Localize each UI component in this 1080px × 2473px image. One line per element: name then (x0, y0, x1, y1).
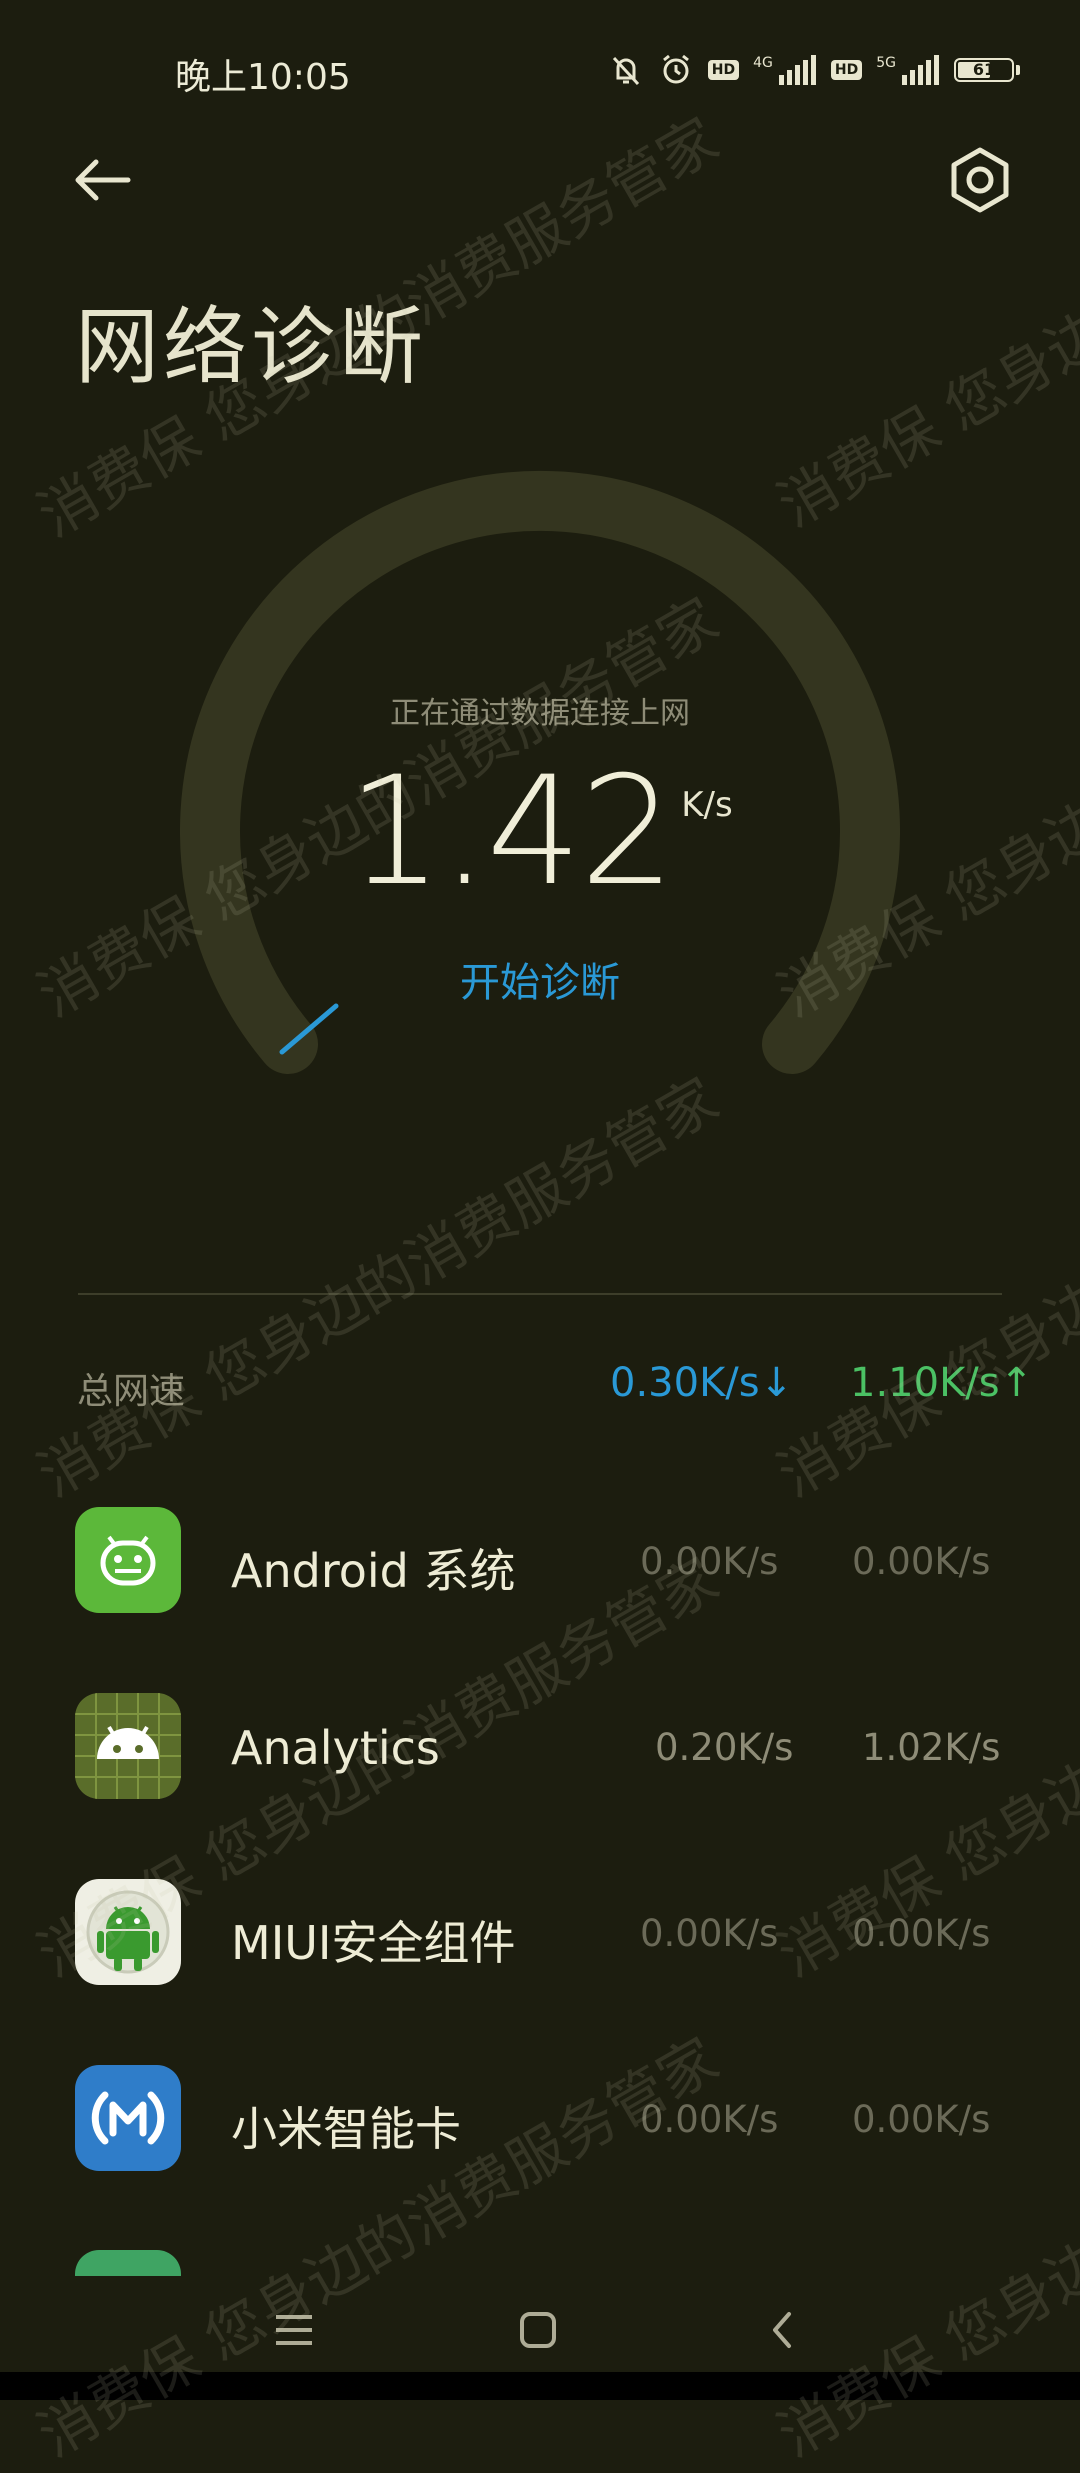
status-time: 晚上10:05 (175, 57, 351, 98)
app-row-analytics[interactable]: Analytics 0.20K/s 1.02K/s (0, 1671, 1080, 1821)
navigation-bar (0, 2290, 1080, 2370)
hd-badge: HD (707, 60, 740, 80)
chevron-left-icon (773, 2312, 791, 2348)
start-diagnosis-button[interactable]: 开始诊断 (0, 950, 1080, 1008)
divider (78, 1293, 1002, 1295)
network-type-label-2: 5G (876, 55, 896, 71)
alarm-icon (662, 54, 689, 84)
app-name: 小米智能卡 (231, 2102, 461, 2156)
analytics-android-icon (75, 1693, 181, 1799)
back-nav-button[interactable] (742, 2290, 822, 2370)
bottom-strip (0, 2372, 1080, 2400)
total-download-speed: 0.30K/s↓ (610, 1360, 794, 1406)
app-upload-speed: 0.00K/s (852, 2098, 991, 2141)
connection-status: 正在通过数据连接上网 (390, 696, 690, 731)
app-download-speed: 0.00K/s (640, 2098, 779, 2141)
app-row-android-system[interactable]: Android 系统 0.00K/s 0.00K/s (0, 1485, 1080, 1635)
status-icons: HD 4G HD 5G 61 (608, 52, 1020, 88)
back-button[interactable] (70, 148, 150, 212)
menu-icon (276, 2315, 312, 2345)
hd-badge-2: HD (830, 60, 863, 80)
battery-icon: 61 (954, 58, 1020, 82)
app-upload-speed: 0.00K/s (852, 1540, 991, 1583)
app-name: MIUI安全组件 (231, 1916, 516, 1970)
battery-level: 61 (972, 60, 996, 79)
app-upload-speed: 0.00K/s (852, 1912, 991, 1955)
app-download-speed: 0.00K/s (640, 1540, 779, 1583)
watermark: 消费保 您身边的消费服务管家 (766, 1065, 1080, 1511)
app-download-speed: 0.20K/s (655, 1726, 794, 1769)
android-system-icon (75, 1507, 181, 1613)
page-title: 网络诊断 (75, 298, 428, 396)
smart-card-icon (75, 2065, 181, 2171)
home-square-icon (520, 2312, 556, 2348)
total-upload-speed: 1.10K/s↑ (850, 1360, 1034, 1406)
signal-icon-2 (902, 55, 939, 85)
gear-icon (951, 147, 1009, 213)
speed-value: 1.42 (347, 745, 675, 919)
app-upload-speed: 1.02K/s (862, 1726, 1001, 1769)
mute-bell-icon (612, 56, 639, 86)
app-row-miui-security[interactable]: MIUI安全组件 0.00K/s 0.00K/s (0, 1857, 1080, 2007)
app-name: Android 系统 (231, 1544, 516, 1598)
total-speed-label: 总网速 (77, 1371, 186, 1412)
speed-unit: K/s (681, 785, 733, 825)
app-row-xiaomi-smart-card[interactable]: 小米智能卡 0.00K/s 0.00K/s (0, 2043, 1080, 2193)
app-download-speed: 0.00K/s (640, 1912, 779, 1955)
signal-icon (778, 55, 816, 85)
speed-readout: 1.42 K/s (0, 745, 1080, 919)
settings-button[interactable] (940, 140, 1020, 220)
network-type-label: 4G (753, 55, 773, 71)
menu-button[interactable] (254, 2290, 334, 2370)
home-button[interactable] (498, 2290, 578, 2370)
partial-app-icon (75, 2250, 181, 2276)
miui-security-icon (75, 1879, 181, 1985)
app-name: Analytics (231, 1721, 440, 1775)
back-arrow-icon (75, 159, 131, 201)
watermark: 消费保 您身边的消费服务管家 (26, 1065, 730, 1511)
